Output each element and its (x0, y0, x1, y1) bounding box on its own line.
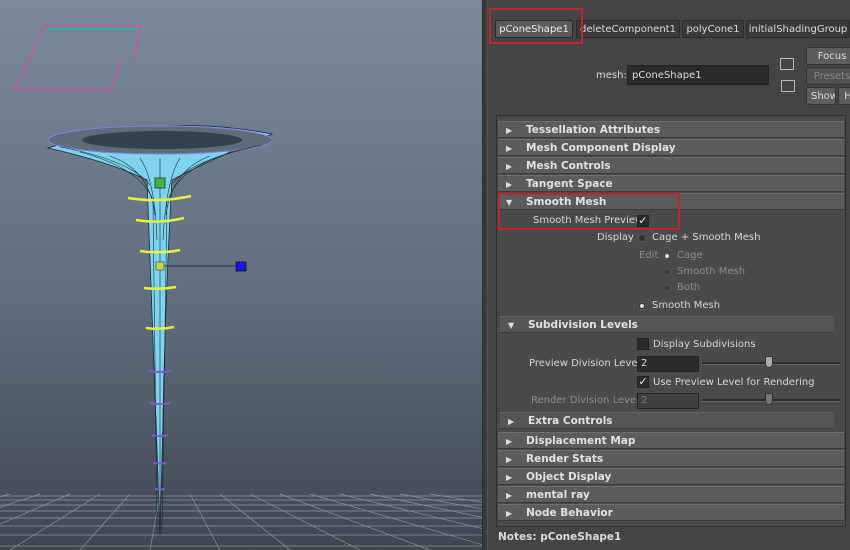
preview-division-slider-thumb[interactable] (765, 356, 773, 368)
collapsed-arrow-icon: ▶ (506, 180, 513, 189)
highlight-box-smooth-mesh (498, 193, 680, 230)
collapsed-arrow-icon: ▶ (506, 437, 513, 446)
attribute-editor: pConeShape1 deleteComponent1 polyCone1 i… (488, 0, 850, 550)
edit-cage-radio[interactable] (663, 252, 671, 260)
collapsed-arrow-icon: ▶ (506, 509, 513, 518)
preview-division-levels-label: Preview Division Levels (529, 358, 646, 369)
presets-button[interactable]: Presets (806, 67, 850, 85)
show-button[interactable]: Show (806, 87, 836, 105)
edit-smooth-mesh-label: Smooth Mesh (677, 266, 746, 277)
mesh-name-field[interactable]: pConeShape1 (627, 65, 769, 85)
edit-smooth-mesh-radio[interactable] (663, 268, 671, 276)
highlight-box-tab (489, 8, 583, 44)
notes-bar[interactable]: Notes: pConeShape1 (498, 531, 621, 543)
camera-gate-outline (13, 25, 141, 91)
viewport-scene[interactable] (0, 0, 482, 550)
collapsed-arrow-icon: ▶ (506, 162, 513, 171)
display-smooth-mesh-radio[interactable] (638, 302, 646, 310)
section-displacement-map[interactable]: ▶ Displacement Map (498, 432, 844, 449)
collapsed-arrow-icon: ▶ (508, 417, 515, 426)
display-cage-smooth-label: Cage + Smooth Mesh (652, 232, 761, 243)
edit-both-radio[interactable] (663, 284, 671, 292)
notes-label: Notes: (498, 531, 537, 543)
tab-polycone1[interactable]: polyCone1 (682, 20, 744, 38)
collapsed-arrow-icon: ▶ (506, 491, 513, 500)
expanded-arrow-icon: ▼ (508, 321, 515, 330)
render-division-levels-label: Render Division Levels (531, 395, 645, 406)
collapsed-arrow-icon: ▶ (506, 455, 513, 464)
tab-deletecomponent1[interactable]: deleteComponent1 (576, 20, 680, 38)
edit-label: Edit (639, 250, 659, 261)
cone-mesh[interactable] (46, 125, 274, 536)
edit-both-label: Both (677, 282, 701, 293)
section-tessellation-attributes[interactable]: ▶ Tessellation Attributes (498, 121, 844, 138)
3d-viewport[interactable] (0, 0, 482, 550)
section-tangent-space[interactable]: ▶ Tangent Space (498, 175, 844, 192)
display-smooth-mesh-label: Smooth Mesh (652, 300, 721, 311)
display-label: Display (597, 232, 634, 243)
section-extra-controls[interactable]: ▶ Extra Controls (500, 412, 834, 429)
output-connection-icon[interactable] (781, 80, 795, 92)
ground-grid (0, 493, 482, 550)
display-subdivisions-label: Display Subdivisions (653, 339, 756, 350)
preview-division-levels-field[interactable]: 2 (637, 356, 699, 372)
input-connection-icon[interactable] (780, 58, 794, 70)
mesh-label: mesh: (596, 70, 627, 81)
use-preview-level-checkbox[interactable]: ✓ (637, 376, 649, 388)
section-node-behavior[interactable]: ▶ Node Behavior (498, 504, 844, 521)
use-preview-level-label: Use Preview Level for Rendering (653, 377, 815, 388)
collapsed-arrow-icon: ▶ (506, 144, 513, 153)
display-subdivisions-checkbox[interactable] (637, 338, 649, 350)
tab-initialshadinggroup[interactable]: initialShadingGroup (746, 20, 850, 38)
section-render-stats[interactable]: ▶ Render Stats (498, 450, 844, 467)
collapsed-arrow-icon: ▶ (506, 473, 513, 482)
section-mental-ray[interactable]: ▶ mental ray (498, 486, 844, 503)
collapsed-arrow-icon: ▶ (506, 126, 513, 135)
focus-button[interactable]: Focus (806, 47, 850, 65)
hide-button[interactable]: H (838, 87, 850, 105)
section-mesh-component-display[interactable]: ▶ Mesh Component Display (498, 139, 844, 156)
notes-node-name: pConeShape1 (540, 531, 622, 543)
section-object-display[interactable]: ▶ Object Display (498, 468, 844, 485)
section-mesh-controls[interactable]: ▶ Mesh Controls (498, 157, 844, 174)
render-division-slider-thumb[interactable] (765, 393, 773, 405)
node-tab-bar: pConeShape1 deleteComponent1 polyCone1 i… (488, 0, 850, 44)
render-division-levels-field[interactable]: 2 (637, 393, 699, 409)
edit-cage-label: Cage (677, 250, 703, 261)
section-subdivision-levels[interactable]: ▼ Subdivision Levels (500, 316, 834, 333)
display-cage-smooth-radio[interactable] (638, 234, 646, 242)
